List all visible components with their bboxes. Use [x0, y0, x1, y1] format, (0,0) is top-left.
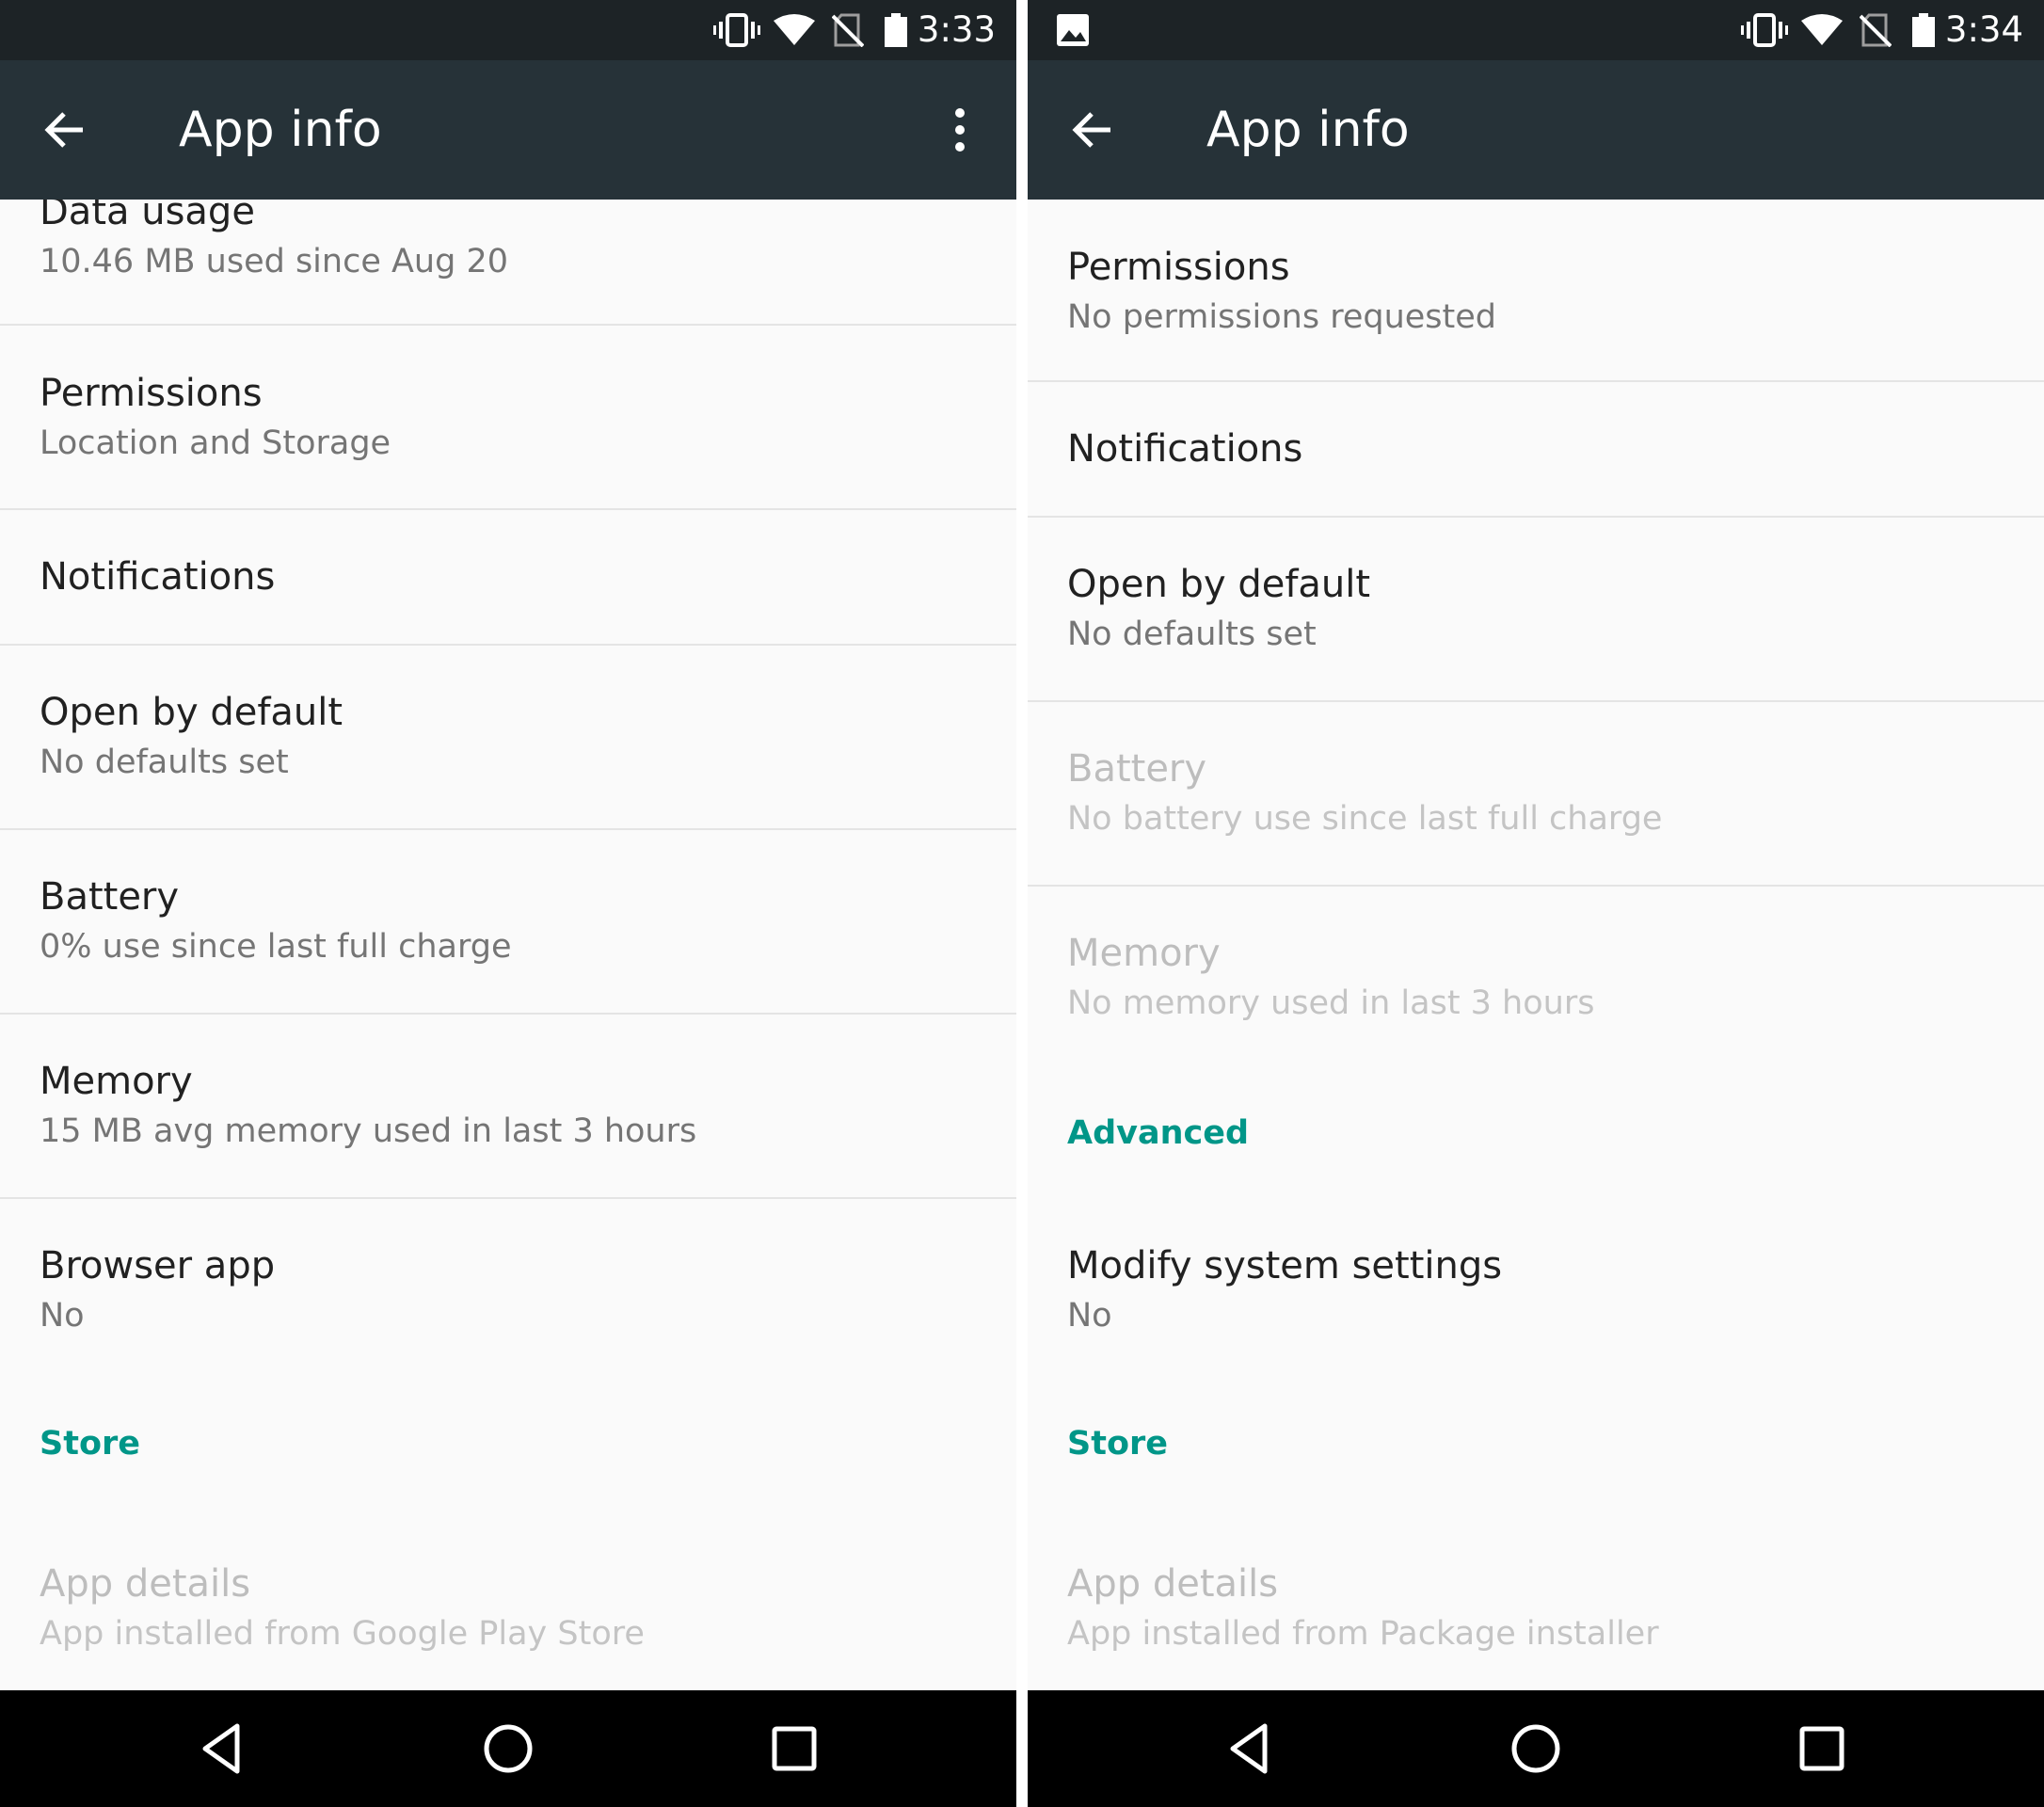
item-summary: App installed from Google Play Store	[40, 1615, 645, 1653]
item-summary: No defaults set	[40, 744, 289, 781]
left-screen: 3:33 App info Data usage 10.46 MB used s…	[0, 0, 1016, 1807]
item-title: Permissions	[1067, 246, 1290, 289]
store-category-header: Store	[40, 1425, 140, 1463]
image-notification-icon	[1057, 14, 1089, 46]
app-details-item[interactable]: App details App installed from Google Pl…	[0, 1517, 1016, 1690]
data-usage-item[interactable]: Data usage 10.46 MB used since Aug 20	[0, 200, 1016, 324]
vibrate-icon	[713, 13, 760, 47]
item-title: Notifications	[40, 555, 276, 599]
back-arrow-icon[interactable]	[38, 102, 94, 158]
permissions-item[interactable]: Permissions No permissions requested	[1028, 200, 2044, 380]
battery-item[interactable]: Battery 0% use since last full charge	[0, 830, 1016, 1013]
item-title: Permissions	[40, 372, 263, 415]
item-summary: No	[1067, 1297, 1112, 1335]
item-title: Data usage	[40, 200, 255, 233]
item-title: Battery	[1067, 747, 1207, 791]
status-time: 3:33	[917, 9, 996, 50]
app-details-item[interactable]: App details App installed from Package i…	[1028, 1517, 2044, 1690]
app-bar: App info	[1028, 60, 2044, 200]
settings-list: Data usage 10.46 MB used since Aug 20 Pe…	[0, 200, 1016, 1690]
no-sim-icon	[1860, 13, 1892, 47]
nav-recents-icon[interactable]	[1794, 1720, 1850, 1777]
page-title: App info	[179, 102, 382, 158]
item-summary: Location and Storage	[40, 424, 391, 462]
wifi-icon	[774, 14, 815, 45]
item-title: Open by default	[40, 691, 343, 734]
vibrate-icon	[1741, 13, 1788, 47]
battery-icon	[1912, 13, 1935, 47]
status-bar: 3:34	[1028, 0, 2044, 60]
battery-item[interactable]: Battery No battery use since last full c…	[1028, 702, 2044, 885]
item-summary: 10.46 MB used since Aug 20	[40, 243, 508, 280]
no-sim-icon	[832, 13, 864, 47]
nav-back-icon[interactable]	[194, 1720, 250, 1777]
notifications-item[interactable]: Notifications	[1028, 382, 2044, 516]
nav-home-icon[interactable]	[480, 1720, 536, 1777]
open-by-default-item[interactable]: Open by default No defaults set	[0, 646, 1016, 828]
permissions-item[interactable]: Permissions Location and Storage	[0, 326, 1016, 508]
nav-recents-icon[interactable]	[766, 1720, 822, 1777]
item-title: Memory	[1067, 932, 1221, 975]
advanced-category-header: Advanced	[1067, 1114, 1250, 1152]
item-summary: 0% use since last full charge	[40, 928, 512, 966]
navigation-bar	[0, 1690, 1016, 1807]
item-summary: No battery use since last full charge	[1067, 800, 1663, 838]
item-title: Notifications	[1067, 427, 1303, 471]
item-title: Browser app	[40, 1244, 276, 1287]
right-screen: 3:34 App info Permissions No permissions…	[1028, 0, 2044, 1807]
app-bar: App info	[0, 60, 1016, 200]
item-summary: No defaults set	[1067, 616, 1317, 653]
memory-item[interactable]: Memory 15 MB avg memory used in last 3 h…	[0, 1015, 1016, 1197]
memory-item[interactable]: Memory No memory used in last 3 hours	[1028, 887, 2044, 1069]
item-title: Memory	[40, 1060, 193, 1103]
notifications-item[interactable]: Notifications	[0, 510, 1016, 644]
item-title: Open by default	[1067, 563, 1371, 606]
item-title: App details	[1067, 1562, 1279, 1606]
overflow-menu-icon[interactable]	[941, 102, 979, 158]
item-summary: No memory used in last 3 hours	[1067, 984, 1595, 1022]
browser-app-item[interactable]: Browser app No	[0, 1199, 1016, 1382]
status-bar: 3:33	[0, 0, 1016, 60]
nav-home-icon[interactable]	[1508, 1720, 1564, 1777]
item-title: App details	[40, 1562, 251, 1606]
item-title: Modify system settings	[1067, 1244, 1503, 1287]
nav-back-icon[interactable]	[1222, 1720, 1278, 1777]
item-summary: No	[40, 1297, 85, 1335]
navigation-bar	[1028, 1690, 2044, 1807]
page-title: App info	[1206, 102, 1410, 158]
item-title: Battery	[40, 875, 180, 919]
modify-system-settings-item[interactable]: Modify system settings No	[1028, 1199, 2044, 1382]
status-time: 3:34	[1944, 9, 2023, 50]
item-summary: App installed from Package installer	[1067, 1615, 1659, 1653]
back-arrow-icon[interactable]	[1065, 102, 1122, 158]
open-by-default-item[interactable]: Open by default No defaults set	[1028, 518, 2044, 700]
item-summary: No permissions requested	[1067, 298, 1497, 336]
settings-list: Permissions No permissions requested Not…	[1028, 200, 2044, 1690]
store-category-header: Store	[1067, 1425, 1168, 1463]
wifi-icon	[1801, 14, 1843, 45]
item-summary: 15 MB avg memory used in last 3 hours	[40, 1112, 697, 1150]
battery-icon	[885, 13, 907, 47]
